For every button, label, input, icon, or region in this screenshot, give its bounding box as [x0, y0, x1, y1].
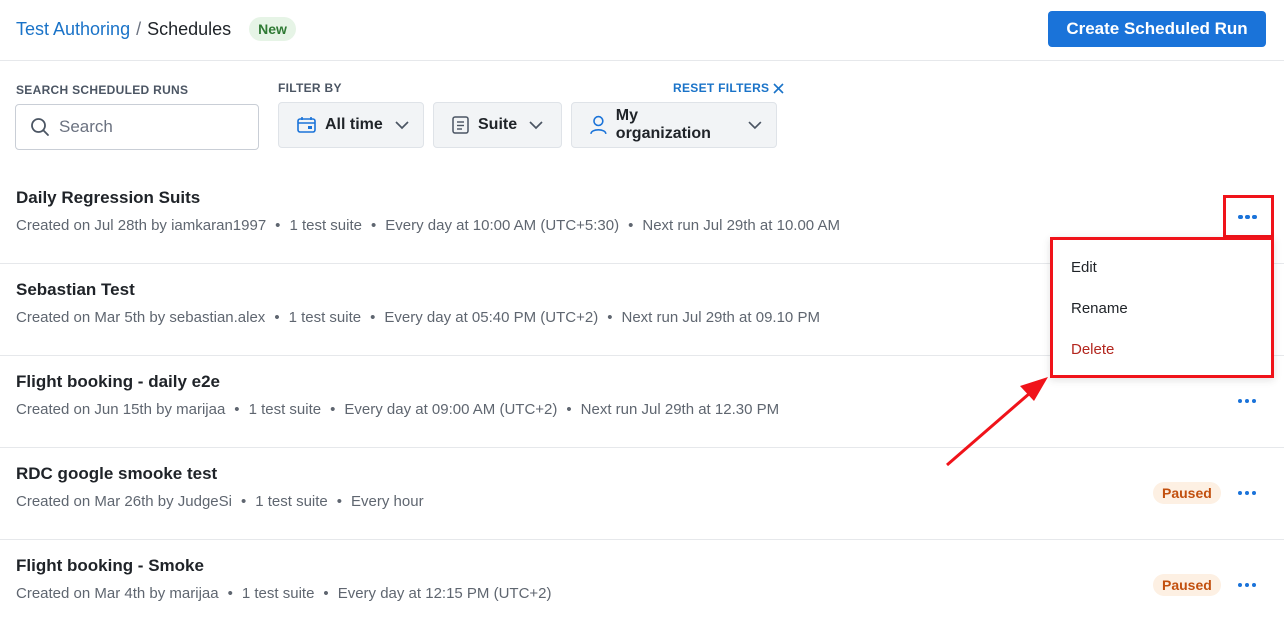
- schedule-created: Created on Jul 28th by iamkaran1997: [16, 217, 267, 234]
- suite-filter-label: Suite: [478, 116, 518, 133]
- time-filter-dropdown[interactable]: All time: [278, 102, 424, 148]
- schedule-frequency: Every day at 10:00 AM (UTC+5:30): [385, 217, 620, 234]
- schedule-row[interactable]: RDC google smooke test Created on Mar 26…: [0, 448, 1284, 540]
- schedule-suite-count: 1 test suite: [288, 309, 362, 326]
- chevron-down-icon: [748, 120, 762, 129]
- schedule-next-run: Next run Jul 29th at 12.30 PM: [580, 401, 780, 418]
- schedule-suite-count: 1 test suite: [248, 401, 322, 418]
- schedule-meta: Created on Mar 26th by JudgeSi • 1 test su…: [16, 493, 424, 510]
- calendar-icon: [297, 117, 316, 133]
- schedule-row[interactable]: Flight booking - Smoke Created on Mar 4t…: [0, 540, 1284, 625]
- schedule-title: Flight booking - daily e2e: [16, 372, 221, 391]
- more-options-button[interactable]: [1234, 393, 1260, 409]
- checklist-icon: [452, 116, 469, 134]
- schedule-next-run: Next run Jul 29th at 10.00 AM: [642, 217, 840, 234]
- reset-filters-button[interactable]: RESET FILTERS: [673, 81, 784, 95]
- search-field[interactable]: [15, 104, 259, 150]
- chevron-down-icon: [395, 120, 409, 129]
- schedule-title: Sebastian Test: [16, 280, 135, 299]
- filter-by-label: FILTER BY: [278, 81, 342, 95]
- schedule-frequency: Every hour: [351, 493, 424, 510]
- schedule-suite-count: 1 test suite: [241, 585, 315, 602]
- schedule-frequency: Every day at 12:15 PM (UTC+2): [337, 585, 552, 602]
- schedule-title: Flight booking - Smoke: [16, 556, 204, 575]
- schedule-created: Created on Mar 5th by sebastian.alex: [16, 309, 266, 326]
- more-options-button[interactable]: [1235, 209, 1261, 225]
- schedule-frequency: Every day at 05:40 PM (UTC+2): [384, 309, 599, 326]
- suite-filter-dropdown[interactable]: Suite: [433, 102, 562, 148]
- create-scheduled-run-button[interactable]: Create Scheduled Run: [1048, 11, 1266, 47]
- new-badge: New: [249, 17, 296, 41]
- schedule-title: Daily Regression Suits: [16, 188, 201, 207]
- search-label: SEARCH SCHEDULED RUNS: [16, 83, 189, 97]
- breadcrumb-test-authoring-link[interactable]: Test Authoring: [16, 19, 130, 40]
- user-icon: [590, 115, 607, 135]
- more-options-button[interactable]: [1234, 485, 1260, 501]
- more-options-button[interactable]: [1234, 577, 1260, 593]
- status-badge: Paused: [1153, 482, 1221, 504]
- schedule-created: Created on Mar 4th by marijaa: [16, 585, 219, 602]
- reset-filters-label: RESET FILTERS: [673, 81, 770, 95]
- breadcrumb-separator: /: [136, 18, 142, 39]
- menu-item-delete[interactable]: Delete: [1071, 341, 1114, 358]
- schedule-created: Created on Jun 15th by marijaa: [16, 401, 226, 418]
- schedule-created: Created on Mar 26th by JudgeSi: [16, 493, 232, 510]
- page-title: Schedules: [147, 18, 232, 39]
- schedule-meta: Created on Mar 5th by sebastian.alex • 1 t…: [16, 309, 820, 326]
- menu-item-rename[interactable]: Rename: [1071, 300, 1128, 317]
- schedule-meta: Created on Jul 28th by iamkaran1997 • 1 te…: [16, 217, 840, 234]
- schedule-next-run: Next run Jul 29th at 09.10 PM: [621, 309, 820, 326]
- context-menu: Edit Rename Delete: [1050, 237, 1274, 378]
- page-header: Test Authoring / Schedules New Create Sc…: [0, 0, 1284, 61]
- schedule-meta: Created on Jun 15th by marijaa • 1 test su…: [16, 401, 780, 418]
- time-filter-label: All time: [325, 116, 383, 133]
- search-input[interactable]: [59, 117, 239, 137]
- status-badge: Paused: [1153, 574, 1221, 596]
- chevron-down-icon: [529, 120, 543, 129]
- breadcrumb: Test Authoring / Schedules New: [16, 17, 296, 41]
- schedule-frequency: Every day at 09:00 AM (UTC+2): [344, 401, 558, 418]
- organization-filter-label: My organization: [615, 107, 711, 142]
- schedule-suite-count: 1 test suite: [255, 493, 328, 510]
- search-icon: [31, 118, 49, 136]
- organization-filter-dropdown[interactable]: My organization: [571, 102, 777, 148]
- close-icon: [773, 82, 784, 94]
- annotation-highlight-box: [1223, 195, 1274, 238]
- menu-item-edit[interactable]: Edit: [1071, 259, 1097, 276]
- schedule-suite-count: 1 test suite: [289, 217, 362, 234]
- schedule-meta: Created on Mar 4th by marijaa • 1 test sui…: [16, 585, 552, 602]
- schedule-title: RDC google smooke test: [16, 464, 218, 483]
